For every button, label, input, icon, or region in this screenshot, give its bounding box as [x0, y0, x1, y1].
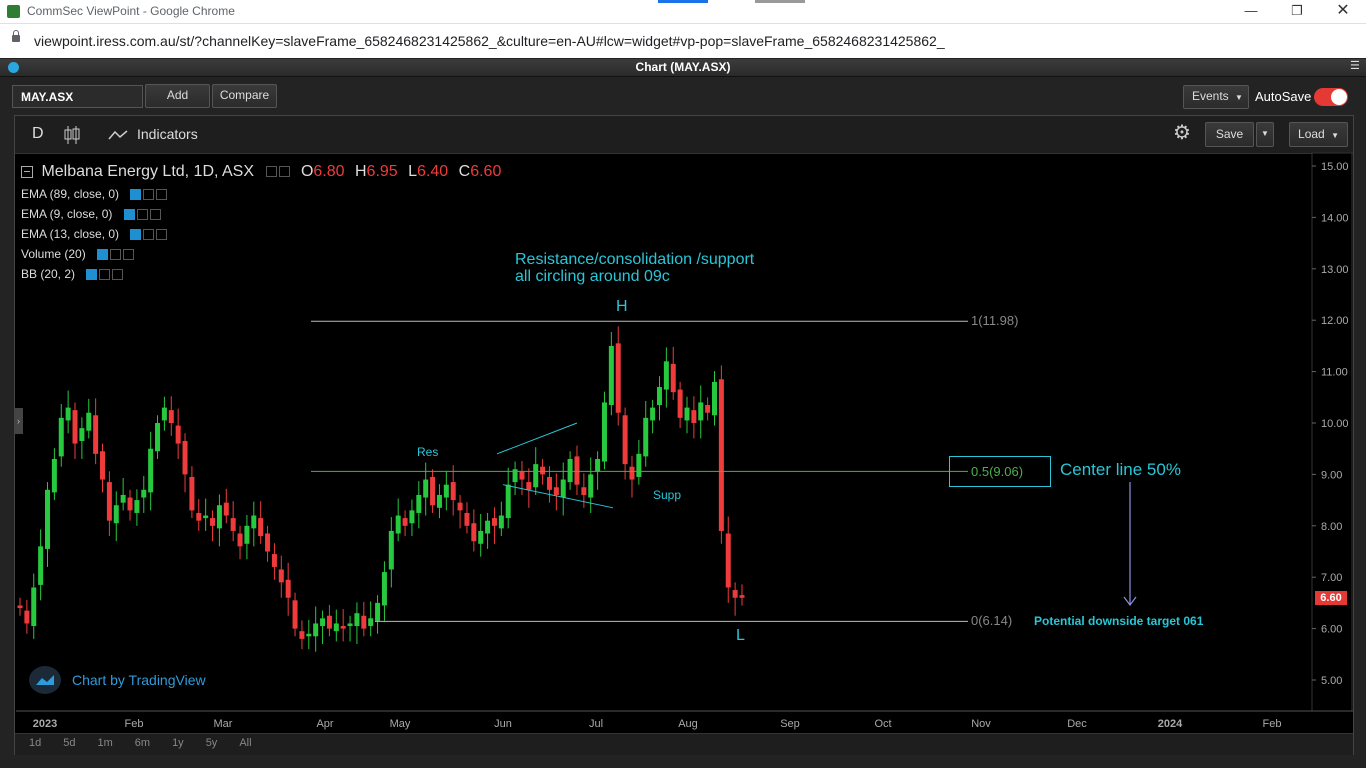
widget-header: Chart (MAY.ASX) ☰ — [0, 59, 1366, 77]
symbol-input[interactable]: MAY.ASX — [12, 85, 143, 108]
chart-legend: Melbana Energy Ltd, 1D, ASX O6.80 H6.95 … — [21, 163, 501, 181]
range-button-6m[interactable]: 6m — [135, 737, 150, 749]
gear-icon[interactable] — [136, 209, 148, 221]
annotation-note: Resistance/consolidation /support all ci… — [515, 251, 754, 285]
last-price-tag: 6.60 — [1315, 591, 1347, 605]
legend-title: Melbana Energy Ltd, 1D, ASX — [41, 163, 255, 180]
fib-mid-label: 0.5(9.06) — [971, 464, 1024, 479]
tab-indicator — [658, 0, 708, 3]
restore-icon[interactable]: ❐ — [1274, 0, 1320, 23]
tradingview-watermark[interactable]: Chart by TradingView — [72, 672, 206, 688]
candle-type-icon[interactable] — [63, 125, 81, 145]
window-title: CommSec ViewPoint - Google Chrome — [27, 4, 235, 18]
legend-visibility-icon[interactable] — [266, 166, 278, 178]
annotation-note-line1: Resistance/consolidation /support — [515, 251, 755, 268]
eye-icon[interactable] — [130, 189, 142, 201]
gear-icon[interactable] — [143, 229, 155, 241]
chevron-down-icon: ▼ — [1235, 93, 1243, 102]
save-button[interactable]: Save — [1205, 122, 1254, 147]
autosave-toggle[interactable] — [1314, 88, 1348, 106]
close-icon[interactable] — [123, 249, 135, 261]
annotation-note-line2: all circling around 09c — [515, 268, 670, 285]
indicators-button[interactable]: Indicators — [137, 126, 198, 142]
indicator-label: BB (20, 2) — [21, 267, 76, 281]
collapse-legend-icon[interactable] — [21, 165, 33, 178]
ohlc-low-value: 6.40 — [417, 163, 449, 180]
widget-title: Chart (MAY.ASX) — [635, 60, 731, 74]
lock-icon — [12, 30, 20, 42]
minimize-icon[interactable]: — — [1228, 0, 1274, 23]
indicator-row-bb: BB (20, 2) — [21, 267, 124, 281]
indicator-row-ema13: EMA (13, close, 0) — [21, 227, 168, 241]
tradingview-logo-icon[interactable] — [29, 666, 61, 694]
ohlc-high-value: 6.95 — [366, 163, 398, 180]
low-marker: L — [736, 627, 745, 644]
ohlc-open-value: 6.80 — [313, 163, 345, 180]
gear-icon[interactable] — [143, 189, 155, 201]
browser-title-bar: CommSec ViewPoint - Google Chrome — ❐ ✕ — [0, 0, 1366, 24]
range-button-1d[interactable]: 1d — [29, 737, 41, 749]
center-line-label: Center line 50% — [1060, 460, 1181, 479]
sidebar-expand-chevron-icon[interactable]: › — [14, 408, 23, 434]
res-label: Res — [417, 445, 439, 459]
eye-icon[interactable] — [130, 229, 142, 241]
events-dropdown[interactable]: Events ▼ — [1183, 85, 1249, 109]
chevron-down-icon: ▼ — [1331, 131, 1339, 140]
indicator-label: EMA (13, close, 0) — [21, 227, 120, 241]
ohlc-close-label: C — [458, 163, 471, 180]
eye-icon[interactable] — [97, 249, 109, 261]
indicator-row-ema89: EMA (89, close, 0) — [21, 187, 168, 201]
eye-icon[interactable] — [86, 269, 98, 281]
fib-bottom-label: 0(6.14) — [971, 613, 1013, 628]
eye-icon[interactable] — [123, 209, 135, 221]
indicator-label: EMA (9, close, 0) — [21, 207, 113, 221]
ohlc-open-label: O — [300, 163, 314, 180]
save-options-chevron-down-icon[interactable]: ▼ — [1256, 122, 1274, 147]
legend-settings-icon[interactable] — [279, 166, 291, 178]
range-button-1m[interactable]: 1m — [98, 737, 113, 749]
range-button-all[interactable]: All — [239, 737, 251, 749]
high-marker: H — [616, 298, 628, 315]
fib-top-label: 1(11.98) — [971, 313, 1019, 328]
autosave-label: AutoSave — [1255, 89, 1312, 104]
chart-toolbar: D Indicators ⚙ Save ▼ Load ▼ — [15, 116, 1353, 154]
ohlc-high-label: H — [354, 163, 367, 180]
interval-button[interactable]: D — [32, 125, 44, 143]
range-button-1y[interactable]: 1y — [172, 737, 184, 749]
load-dropdown[interactable]: Load ▼ — [1289, 122, 1348, 147]
range-button-5y[interactable]: 5y — [206, 737, 218, 749]
chart-container[interactable] — [14, 115, 1354, 755]
commsec-favicon-icon — [7, 5, 20, 18]
ohlc-close-value: 6.60 — [470, 163, 502, 180]
close-icon[interactable] — [156, 229, 168, 241]
close-icon[interactable] — [156, 189, 168, 201]
toggle-knob — [1331, 89, 1347, 105]
close-icon[interactable] — [112, 269, 124, 281]
indicator-label: EMA (89, close, 0) — [21, 187, 120, 201]
settings-gear-icon[interactable]: ⚙ — [1173, 123, 1191, 143]
indicator-row-ema9: EMA (9, close, 0) — [21, 207, 161, 221]
add-button[interactable]: Add — [145, 84, 210, 108]
indicators-icon[interactable] — [108, 129, 128, 141]
url-text[interactable]: viewpoint.iress.com.au/st/?channelKey=sl… — [34, 33, 945, 49]
events-label: Events — [1192, 89, 1229, 103]
gear-icon[interactable] — [99, 269, 111, 281]
compare-button[interactable]: Compare — [212, 84, 277, 108]
target-label: Potential downside target 061 — [1034, 614, 1204, 628]
close-icon[interactable] — [149, 209, 161, 221]
supp-label: Supp — [653, 488, 682, 502]
load-label: Load — [1298, 127, 1325, 141]
fib-mid-box: 0.5(9.06) — [949, 456, 1051, 487]
address-bar[interactable]: viewpoint.iress.com.au/st/?channelKey=sl… — [0, 24, 1366, 59]
range-button-5d[interactable]: 5d — [63, 737, 75, 749]
hamburger-menu-icon[interactable]: ☰ — [1350, 61, 1361, 72]
gear-icon[interactable] — [110, 249, 122, 261]
indicator-row-volume: Volume (20) — [21, 247, 135, 261]
ohlc-low-label: L — [408, 163, 418, 180]
tab-indicator-2 — [755, 0, 805, 3]
close-icon[interactable]: ✕ — [1320, 0, 1366, 23]
range-bar: 1d 5d 1m 6m 1y 5y All — [15, 733, 1353, 755]
indicator-label: Volume (20) — [21, 247, 86, 261]
